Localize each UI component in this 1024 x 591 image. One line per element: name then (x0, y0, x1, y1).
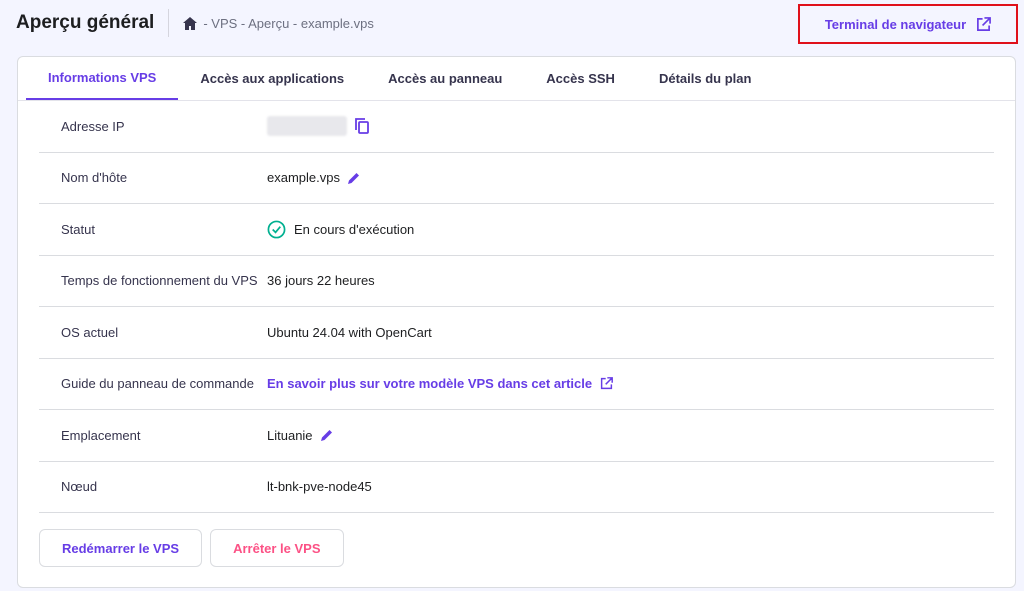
row-ip: Adresse IP (39, 101, 994, 153)
row-label: Temps de fonctionnement du VPS (61, 273, 258, 289)
tab-vps-info[interactable]: Informations VPS (26, 57, 179, 100)
breadcrumb-path: - VPS - Aperçu - example.vps (203, 15, 374, 31)
row-label: Guide du panneau de commande (61, 376, 254, 392)
guide-link-text[interactable]: En savoir plus sur votre modèle VPS dans… (267, 376, 592, 391)
row-label: Statut (61, 221, 95, 237)
row-hostname: Nom d'hôte example.vps (39, 153, 994, 204)
guide-link[interactable]: En savoir plus sur votre modèle VPS dans… (267, 376, 614, 391)
row-label: Adresse IP (61, 118, 125, 134)
node-value: lt-bnk-pve-node45 (267, 479, 372, 495)
row-status: Statut En cours d'exécution (39, 204, 994, 256)
breadcrumb: - VPS - Aperçu - example.vps (183, 16, 374, 31)
page-title: Aperçu général (16, 12, 155, 33)
tab-panel-access[interactable]: Accès au panneau (366, 57, 524, 100)
tab-bar: Informations VPS Accès aux applications … (18, 57, 1015, 101)
row-node: Nœud lt-bnk-pve-node45 (39, 462, 994, 513)
edit-pencil-icon[interactable] (320, 429, 333, 442)
check-circle-icon (267, 220, 286, 239)
external-link-icon (976, 16, 992, 32)
hostname-value: example.vps (267, 170, 340, 186)
divider (168, 9, 170, 37)
copy-icon[interactable] (355, 118, 369, 135)
vps-info-card: Informations VPS Accès aux applications … (17, 56, 1016, 588)
row-label: Nom d'hôte (61, 170, 128, 186)
status-value: En cours d'exécution (294, 221, 415, 237)
edit-pencil-icon[interactable] (347, 172, 360, 184)
row-location: Emplacement Lituanie (39, 410, 994, 462)
tab-plan-details[interactable]: Détails du plan (637, 57, 773, 100)
row-guide: Guide du panneau de commande En savoir p… (39, 359, 994, 410)
os-value: Ubuntu 24.04 with OpenCart (267, 324, 432, 340)
external-link-icon (600, 377, 614, 390)
stop-vps-button[interactable]: Arrêter le VPS (210, 529, 344, 567)
browser-terminal-button[interactable]: Terminal de navigateur (798, 4, 1018, 44)
row-label: Emplacement (61, 427, 141, 443)
home-icon[interactable] (183, 16, 198, 30)
uptime-value: 36 jours 22 heures (267, 273, 375, 289)
browser-terminal-label: Terminal de navigateur (824, 16, 967, 32)
row-label: Nœud (61, 479, 98, 495)
info-list: Adresse IP Nom d'hôte example.vps Statut… (39, 101, 994, 513)
tab-app-access[interactable]: Accès aux applications (178, 57, 366, 100)
tab-ssh-access[interactable]: Accès SSH (524, 57, 637, 100)
row-label: OS actuel (61, 324, 119, 340)
row-os: OS actuel Ubuntu 24.04 with OpenCart (39, 307, 994, 359)
row-uptime: Temps de fonctionnement du VPS 36 jours … (39, 256, 994, 307)
location-value: Lituanie (267, 427, 313, 443)
restart-vps-button[interactable]: Redémarrer le VPS (39, 529, 203, 567)
ip-address-redacted (267, 116, 347, 137)
